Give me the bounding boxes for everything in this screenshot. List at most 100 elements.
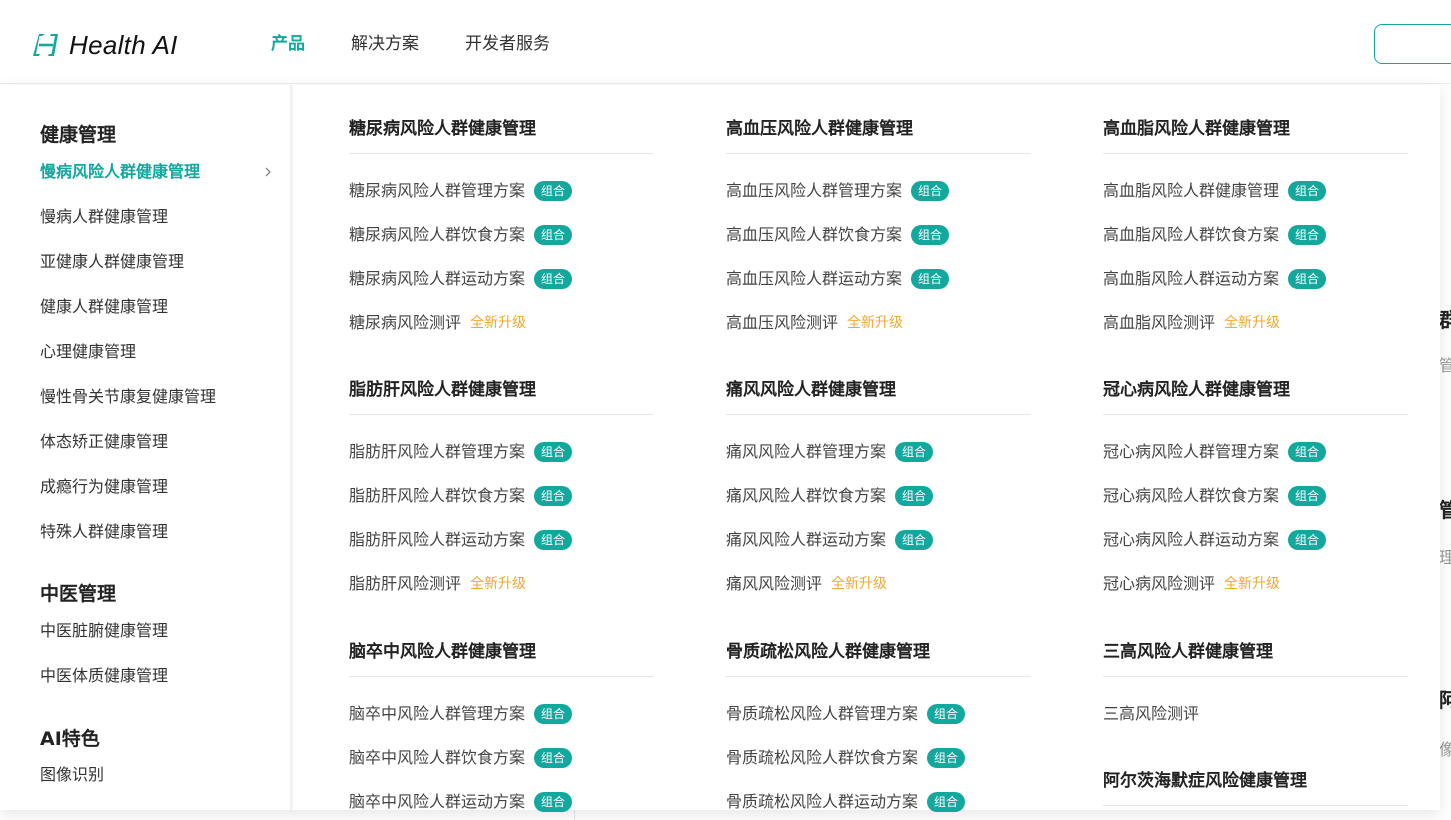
submenu-link[interactable]: 痛风风险人群饮食方案 组合 <box>726 485 934 507</box>
upgrade-tag: 全新升级 <box>1224 315 1281 331</box>
submenu-link[interactable]: 冠心病风险测评 全新升级 <box>1103 573 1280 595</box>
sidebar-item[interactable]: 成瘾行为健康管理 <box>40 476 280 498</box>
submenu-link-label: 脑卒中风险人群运动方案 <box>349 792 526 811</box>
background-text-fragment: 像 <box>1439 740 1451 759</box>
sidebar-group-tcm-management: 中医管理 <box>40 583 117 605</box>
combo-badge: 组合 <box>534 704 573 724</box>
submenu-link[interactable]: 高血脂风险测评 全新升级 <box>1103 312 1280 334</box>
submenu-link[interactable]: 高血压风险人群管理方案 组合 <box>726 180 950 202</box>
top-header: Health AI 产品 解决方案 开发者服务 <box>0 0 1451 84</box>
combo-badge: 组合 <box>534 748 573 768</box>
upgrade-tag: 全新升级 <box>470 315 527 331</box>
submenu-link[interactable]: 高血压风险人群运动方案 组合 <box>726 268 950 290</box>
combo-badge: 组合 <box>911 181 950 201</box>
submenu-link[interactable]: 痛风风险测评 全新升级 <box>726 573 887 595</box>
submenu-link[interactable]: 脑卒中风险人群饮食方案 组合 <box>349 747 573 769</box>
submenu-link-label: 脂肪肝风险人群运动方案 <box>349 530 526 549</box>
submenu-link[interactable]: 高血压风险测评 全新升级 <box>726 312 903 334</box>
combo-badge: 组合 <box>911 269 950 289</box>
sidebar-item[interactable]: 特殊人群健康管理 <box>40 521 280 543</box>
submenu-link-label: 冠心病风险测评 <box>1103 574 1216 593</box>
combo-badge: 组合 <box>895 442 934 462</box>
background-text-fragment: 管 <box>1439 498 1451 522</box>
submenu-link[interactable]: 糖尿病风险人群运动方案 组合 <box>349 268 573 290</box>
combo-badge: 组合 <box>1288 530 1327 550</box>
upgrade-tag: 全新升级 <box>847 315 904 331</box>
submenu-link[interactable]: 冠心病风险人群饮食方案 组合 <box>1103 485 1327 507</box>
combo-badge: 组合 <box>895 530 934 550</box>
sidebar-item-active[interactable]: 慢病风险人群健康管理 <box>40 161 280 183</box>
submenu-link-label: 冠心病风险人群运动方案 <box>1103 530 1280 549</box>
submenu-link-label: 痛风风险测评 <box>726 574 823 593</box>
combo-badge: 组合 <box>534 486 573 506</box>
submenu-link-label: 冠心病风险人群饮食方案 <box>1103 486 1280 505</box>
sidebar-group-health-management: 健康管理 <box>40 124 117 146</box>
sidebar-item[interactable]: 中医脏腑健康管理 <box>40 620 280 642</box>
submenu-link-label: 脂肪肝风险人群饮食方案 <box>349 486 526 505</box>
nav-solutions[interactable]: 解决方案 <box>351 30 419 58</box>
submenu-link[interactable]: 骨质疏松风险人群管理方案 组合 <box>726 703 966 725</box>
chevron-right-icon <box>265 167 271 177</box>
combo-badge: 组合 <box>927 748 966 768</box>
submenu-link[interactable]: 痛风风险人群运动方案 组合 <box>726 529 934 551</box>
submenu-link-label: 骨质疏松风险人群管理方案 <box>726 704 919 723</box>
submenu-link[interactable]: 脂肪肝风险人群饮食方案 组合 <box>349 485 573 507</box>
brand-name: Health AI <box>69 30 178 60</box>
sidebar-item[interactable]: 慢性骨关节康复健康管理 <box>40 386 280 408</box>
submenu-link-label: 脂肪肝风险人群管理方案 <box>349 442 526 461</box>
upgrade-tag: 全新升级 <box>831 576 888 592</box>
combo-badge: 组合 <box>911 225 950 245</box>
combo-badge: 组合 <box>534 442 573 462</box>
combo-badge: 组合 <box>534 530 573 550</box>
submenu-link[interactable]: 高血脂风险人群饮食方案 组合 <box>1103 224 1327 246</box>
submenu-link[interactable]: 脑卒中风险人群运动方案 组合 <box>349 791 573 813</box>
nav-products[interactable]: 产品 <box>271 30 305 58</box>
submenu-link[interactable]: 脂肪肝风险测评 全新升级 <box>349 573 526 595</box>
nav-developer-services[interactable]: 开发者服务 <box>465 30 550 58</box>
sidebar-item[interactable]: 慢病人群健康管理 <box>40 206 280 228</box>
combo-badge: 组合 <box>534 792 573 812</box>
category-title: 骨质疏松风险人群健康管理 <box>726 641 1031 677</box>
combo-badge: 组合 <box>534 269 573 289</box>
submenu-link-label: 糖尿病风险人群运动方案 <box>349 269 526 288</box>
submenu-link[interactable]: 高血压风险人群饮食方案 组合 <box>726 224 950 246</box>
header-action-button[interactable] <box>1374 24 1451 64</box>
combo-badge: 组合 <box>1288 486 1327 506</box>
submenu-link[interactable]: 三高风险测评 <box>1103 703 1199 725</box>
sidebar-item[interactable]: 心理健康管理 <box>40 341 280 363</box>
submenu-link-label: 高血压风险测评 <box>726 313 839 332</box>
category-title: 冠心病风险人群健康管理 <box>1103 379 1408 415</box>
category-title: 高血压风险人群健康管理 <box>726 118 1031 154</box>
submenu-link-label: 高血压风险人群管理方案 <box>726 181 903 200</box>
submenu-link[interactable]: 高血脂风险人群运动方案 组合 <box>1103 268 1327 290</box>
sidebar-item[interactable]: 体态矫正健康管理 <box>40 431 280 453</box>
submenu-link-label: 痛风风险人群管理方案 <box>726 442 887 461</box>
submenu-link[interactable]: 冠心病风险人群管理方案 组合 <box>1103 441 1327 463</box>
combo-badge: 组合 <box>534 225 573 245</box>
product-dropdown-menu: 健康管理慢病风险人群健康管理 慢病人群健康管理 亚健康人群健康管理 健康人群健康管理心… <box>0 85 1440 813</box>
combo-badge: 组合 <box>927 792 966 812</box>
submenu-link[interactable]: 痛风风险人群管理方案 组合 <box>726 441 934 463</box>
product-submenu-content: 糖尿病风险人群健康管理 糖尿病风险人群管理方案 组合 糖尿病风险人群饮食方案 组合 糖尿病… <box>296 85 1440 813</box>
submenu-link[interactable]: 骨质疏松风险人群运动方案 组合 <box>726 791 966 813</box>
sidebar-item[interactable]: 中医体质健康管理 <box>40 665 280 687</box>
brand-logo[interactable]: Health AI <box>30 30 178 60</box>
combo-badge: 组合 <box>1288 181 1327 201</box>
submenu-link[interactable]: 骨质疏松风险人群饮食方案 组合 <box>726 747 966 769</box>
submenu-link-label: 脑卒中风险人群饮食方案 <box>349 748 526 767</box>
health-ai-logo-icon <box>33 34 58 56</box>
submenu-link[interactable]: 冠心病风险人群运动方案 组合 <box>1103 529 1327 551</box>
background-divider <box>574 810 575 820</box>
submenu-link[interactable]: 高血脂风险人群健康管理 组合 <box>1103 180 1327 202</box>
submenu-link[interactable]: 糖尿病风险测评 全新升级 <box>349 312 526 334</box>
category-title: 阿尔茨海默症风险健康管理 <box>1103 770 1408 806</box>
sidebar-item[interactable]: 健康人群健康管理 <box>40 296 280 318</box>
submenu-link[interactable]: 脂肪肝风险人群运动方案 组合 <box>349 529 573 551</box>
submenu-link[interactable]: 脑卒中风险人群管理方案 组合 <box>349 703 573 725</box>
submenu-link[interactable]: 糖尿病风险人群管理方案 组合 <box>349 180 573 202</box>
submenu-link[interactable]: 脂肪肝风险人群管理方案 组合 <box>349 441 573 463</box>
sidebar-item[interactable]: 图像识别 <box>40 764 280 786</box>
sidebar-item[interactable]: 亚健康人群健康管理 <box>40 251 280 273</box>
background-text-fragment: 阿 <box>1439 688 1451 712</box>
submenu-link[interactable]: 糖尿病风险人群饮食方案 组合 <box>349 224 573 246</box>
